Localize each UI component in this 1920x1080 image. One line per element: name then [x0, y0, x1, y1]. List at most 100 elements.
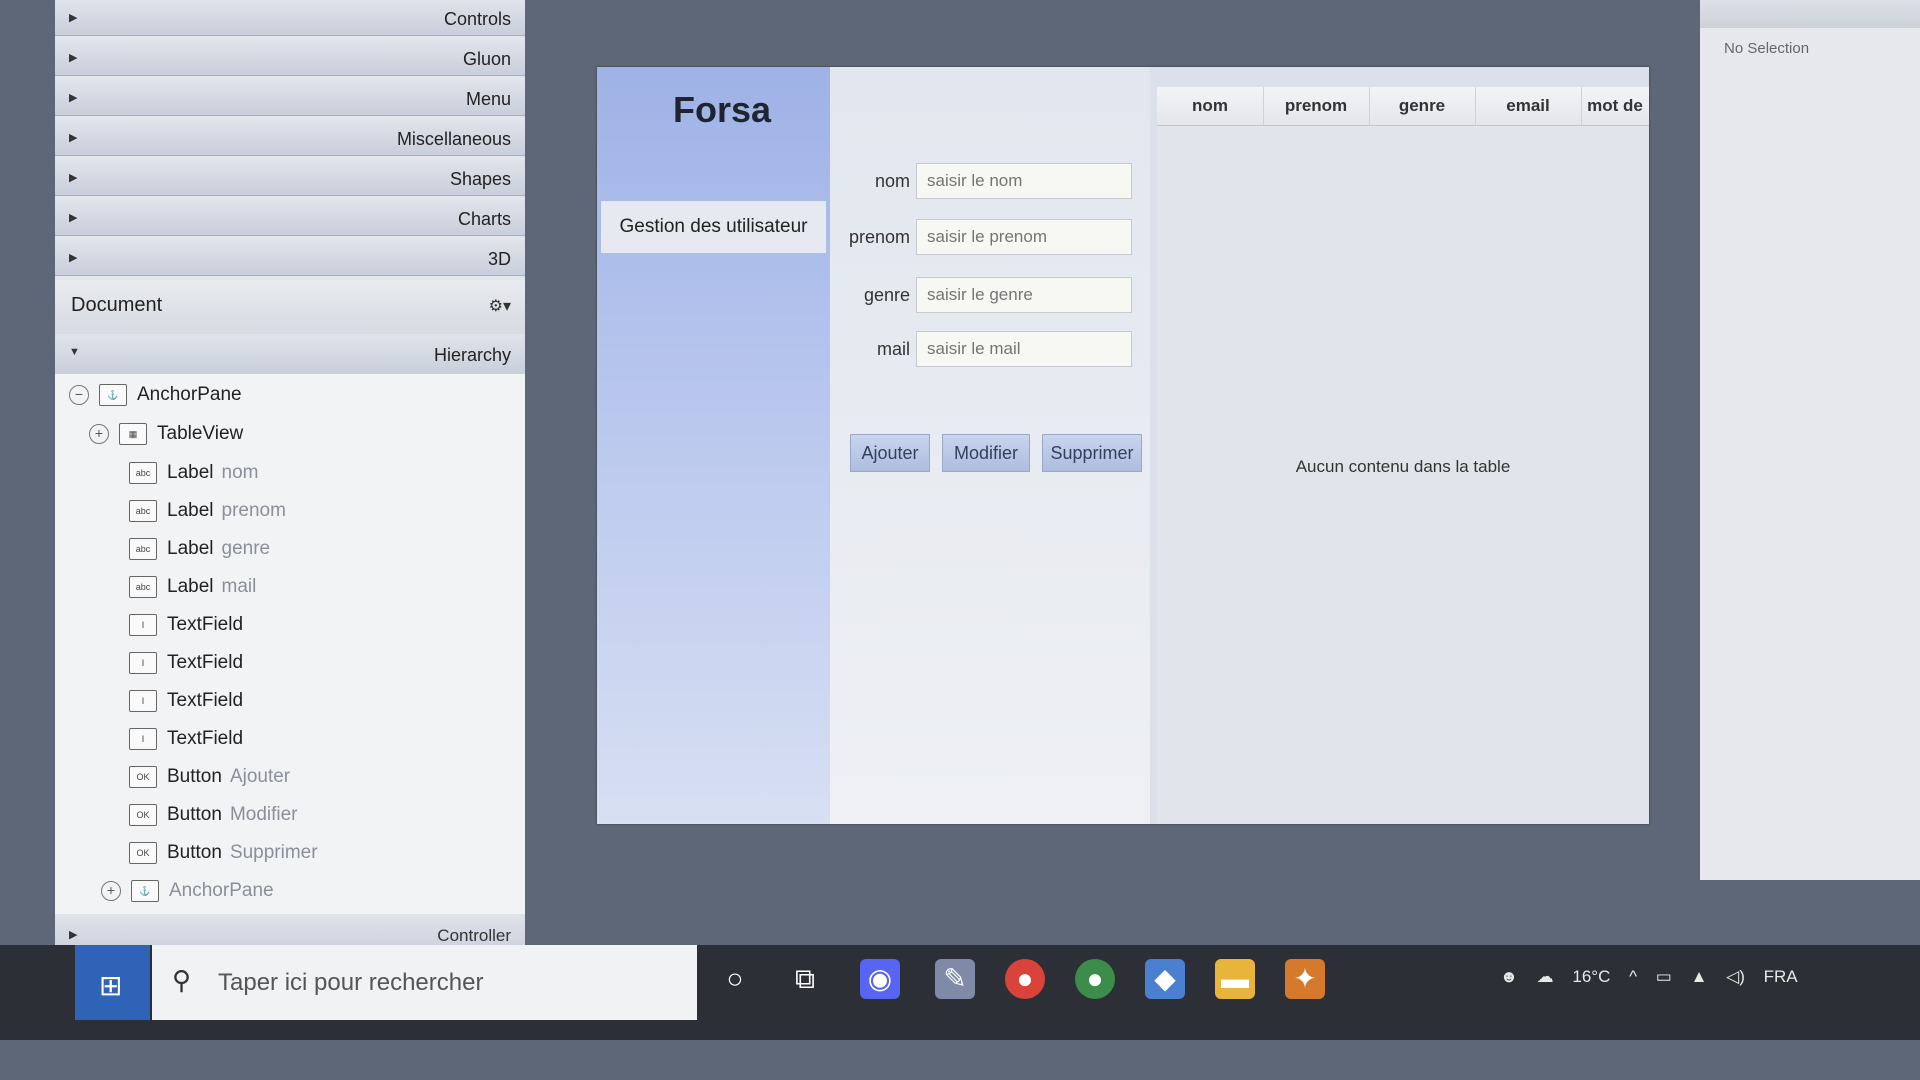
expand-toggle-icon[interactable]: +	[101, 881, 121, 901]
expand-arrow-icon: ▶	[69, 172, 78, 184]
expand-arrow-icon: ▶	[69, 132, 78, 144]
expand-arrow-icon: ▶	[69, 929, 78, 941]
button-icon: OK	[129, 766, 157, 788]
hierarchy-header[interactable]: ▼ Hierarchy	[55, 334, 525, 375]
chevron-up-icon[interactable]: ^	[1629, 967, 1637, 986]
library-category-3d[interactable]: ▶ 3D	[55, 240, 525, 276]
windows-logo-icon: ⊞	[99, 970, 123, 1001]
volume-icon[interactable]: ◁)	[1726, 967, 1745, 986]
nom-label: nom	[874, 171, 910, 191]
button-icon: OK	[129, 804, 157, 826]
discord-icon[interactable]: ◉	[860, 959, 900, 999]
mail-label: mail	[876, 339, 910, 359]
hierarchy-tree: − ⚓ AnchorPane + ▦ TableView abc Label nom abc…	[55, 374, 525, 914]
column-header-email[interactable]: email	[1475, 87, 1582, 125]
tree-node-tableview[interactable]: + ▦ TableView	[89, 423, 243, 453]
file-explorer-icon[interactable]: ▬	[1215, 959, 1255, 999]
people-icon[interactable]: ☻	[1500, 967, 1518, 986]
app-preview-window: Forsa Gestion des utilisateur nom prenom…	[597, 67, 1649, 824]
tree-node-label-nom[interactable]: abc Label nom	[129, 462, 258, 492]
document-title: Document	[71, 294, 163, 316]
network-icon[interactable]: ▲	[1691, 967, 1708, 986]
genre-input[interactable]	[916, 277, 1132, 313]
column-header-genre[interactable]: genre	[1369, 87, 1476, 125]
library-category-gluon[interactable]: ▶ Gluon	[55, 40, 525, 76]
scene-builder-icon[interactable]: ✦	[1285, 959, 1325, 999]
battery-icon[interactable]: ▭	[1656, 967, 1672, 986]
document-header: Document ⚙▾	[55, 280, 525, 335]
textfield-icon: I	[129, 728, 157, 750]
app-title: Forsa	[672, 89, 772, 130]
users-table[interactable]: nom prenom genre email mot de Aucun cont…	[1157, 87, 1649, 824]
start-button[interactable]: ⊞	[75, 945, 150, 1020]
expand-arrow-icon: ▶	[69, 252, 78, 264]
expand-arrow-icon: ▶	[69, 52, 78, 64]
library-category-menu[interactable]: ▶ Menu	[55, 80, 525, 116]
label-icon: abc	[129, 462, 157, 484]
temperature-text[interactable]: 16°C	[1572, 967, 1610, 986]
nom-input[interactable]	[916, 163, 1132, 199]
tree-node-textfield[interactable]: I TextField	[129, 728, 243, 758]
search-icon: ⚲	[172, 965, 192, 995]
anchorpane-icon: ⚓	[99, 384, 127, 406]
prenom-input[interactable]	[916, 219, 1132, 255]
ajouter-button[interactable]: Ajouter	[850, 434, 930, 472]
table-empty-message: Aucun contenu dans la table	[1295, 457, 1511, 476]
prenom-label: prenom	[848, 227, 910, 247]
mail-input[interactable]	[916, 331, 1132, 367]
column-header-mot-de-passe[interactable]: mot de	[1581, 87, 1649, 125]
3d-viewer-icon[interactable]: ◆	[1145, 959, 1185, 999]
column-header-prenom[interactable]: prenom	[1263, 87, 1370, 125]
textfield-icon: I	[129, 690, 157, 712]
tree-node-label-mail[interactable]: abc Label mail	[129, 576, 256, 606]
cortana-icon[interactable]: ○	[715, 959, 755, 999]
chrome-profile-icon[interactable]: ●	[1075, 959, 1115, 999]
library-document-panel: ▶ Controls ▶ Gluon ▶ Menu ▶ Miscellaneous ▶ S…	[55, 0, 525, 955]
paint-icon[interactable]: ✎	[935, 959, 975, 999]
expand-arrow-icon: ▶	[69, 12, 78, 24]
expand-toggle-icon[interactable]: +	[89, 424, 109, 444]
expand-arrow-icon: ▶	[69, 92, 78, 104]
label-icon: abc	[129, 538, 157, 560]
library-category-charts[interactable]: ▶ Charts	[55, 200, 525, 236]
nav-item-gestion-utilisateurs[interactable]: Gestion des utilisateur	[601, 201, 826, 253]
weather-cloud-icon[interactable]: ☁	[1537, 967, 1554, 986]
chrome-icon[interactable]: ●	[1005, 959, 1045, 999]
tree-node-button-supprimer[interactable]: OK Button Supprimer	[129, 842, 318, 872]
tree-node-button-modifier[interactable]: OK Button Modifier	[129, 804, 298, 834]
inspector-panel: No Selection	[1700, 0, 1920, 880]
tree-node-textfield[interactable]: I TextField	[129, 652, 243, 682]
windows-taskbar: ⊞ ⚲ Taper ici pour rechercher ○ ⧉ ◉ ✎ ● …	[0, 945, 1920, 1040]
gear-icon[interactable]: ⚙▾	[489, 296, 511, 316]
no-selection-text: No Selection	[1724, 40, 1810, 57]
user-form: nom prenom genre mail Ajouter Modifier S…	[830, 67, 1150, 824]
label-icon: abc	[129, 500, 157, 522]
language-indicator[interactable]: FRA	[1764, 967, 1798, 986]
button-icon: OK	[129, 842, 157, 864]
tree-node-button-ajouter[interactable]: OK Button Ajouter	[129, 766, 290, 796]
textfield-icon: I	[129, 652, 157, 674]
tree-node-textfield[interactable]: I TextField	[129, 614, 243, 644]
column-header-nom[interactable]: nom	[1157, 87, 1264, 125]
tree-node-label-genre[interactable]: abc Label genre	[129, 538, 270, 568]
system-tray: ☻ ☁ 16°C ^ ▭ ▲ ◁) FRA	[1500, 967, 1812, 987]
table-header: nom prenom genre email mot de	[1157, 87, 1649, 126]
library-category-controls[interactable]: ▶ Controls	[55, 0, 525, 36]
library-category-miscellaneous[interactable]: ▶ Miscellaneous	[55, 120, 525, 156]
inspector-header[interactable]	[1700, 0, 1920, 28]
task-view-icon[interactable]: ⧉	[785, 959, 825, 999]
collapse-toggle-icon[interactable]: −	[69, 385, 89, 405]
taskbar-search[interactable]: ⚲ Taper ici pour rechercher	[152, 945, 697, 1020]
tree-node-anchorpane[interactable]: − ⚓ AnchorPane	[69, 384, 242, 414]
textfield-icon: I	[129, 614, 157, 636]
tree-node-textfield[interactable]: I TextField	[129, 690, 243, 720]
supprimer-button[interactable]: Supprimer	[1042, 434, 1142, 472]
tree-node-anchorpane[interactable]: + ⚓ AnchorPane	[101, 880, 274, 910]
tableview-icon: ▦	[119, 423, 147, 445]
expand-arrow-icon: ▶	[69, 212, 78, 224]
collapse-arrow-icon: ▼	[69, 346, 80, 358]
library-category-shapes[interactable]: ▶ Shapes	[55, 160, 525, 196]
tree-node-label-prenom[interactable]: abc Label prenom	[129, 500, 286, 530]
modifier-button[interactable]: Modifier	[942, 434, 1030, 472]
anchorpane-icon: ⚓	[131, 880, 159, 902]
